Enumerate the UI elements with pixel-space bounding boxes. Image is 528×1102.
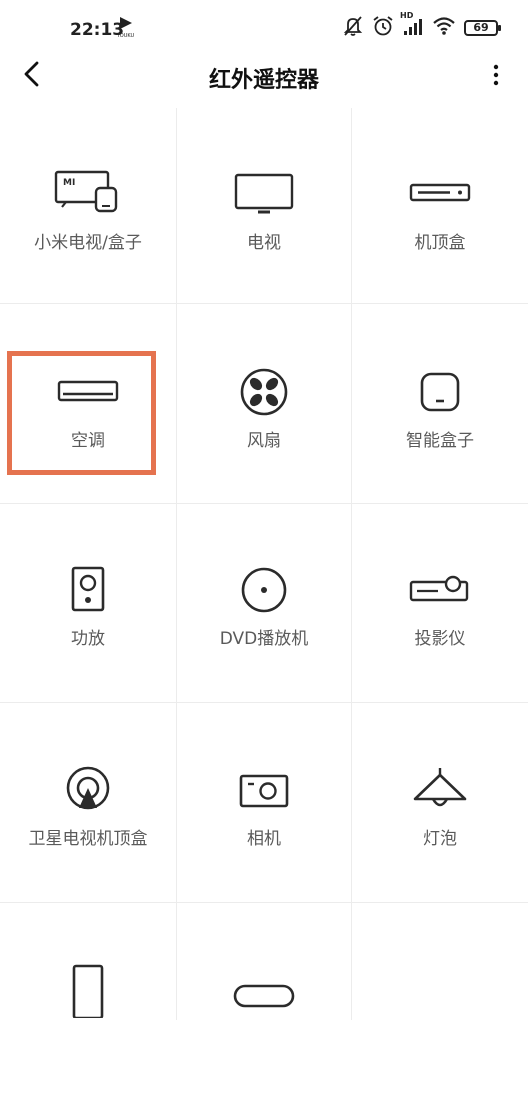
alarm-icon [372,15,394,41]
svg-text:YOUKU: YOUKU [117,33,135,39]
projector-icon [352,562,528,618]
air-purifier-icon [0,962,176,1018]
lamp-icon [352,762,528,818]
nav-bar: 红外遥控器 [0,48,528,106]
device-label: 风扇 [247,431,281,451]
device-label: 机顶盒 [414,233,466,253]
device-mi-tv-box[interactable]: MI 小米电视/盒子 [0,108,176,306]
fan-icon [176,364,352,420]
device-label: 智能盒子 [406,431,474,451]
device-label: DVD播放机 [219,629,309,649]
svg-text:MI: MI [63,178,75,188]
status-bar: 22:13 YOUKU HD 69 [0,0,528,48]
device-label: 电视 [247,233,281,253]
page-title: 红外遥控器 [208,68,319,93]
device-air-purifier[interactable] [0,904,176,1102]
youku-icon: YOUKU [116,15,137,39]
sound-bar-icon [176,962,352,1018]
device-label: 投影仪 [414,629,466,649]
device-projector[interactable]: 投影仪 [352,504,528,702]
device-label: 空调 [71,431,105,451]
status-icons: HD 69 [342,11,501,41]
air-conditioner-icon [0,364,176,420]
more-vertical-icon [493,64,499,90]
grid-divider [0,902,528,903]
device-dvd-player[interactable]: DVD播放机 [176,504,352,702]
device-label: 灯泡 [423,829,457,849]
mute-icon [342,15,364,41]
dvd-player-icon [176,562,352,618]
device-fan[interactable]: 风扇 [176,306,352,504]
set-top-box-icon [352,166,528,222]
mi-tv-box-icon: MI [0,166,176,222]
battery-icon: 69 [464,20,501,36]
satellite-receiver-icon [0,762,176,818]
device-set-top-box[interactable]: 机顶盒 [352,108,528,306]
device-tv[interactable]: 电视 [176,108,352,306]
device-lamp[interactable]: 灯泡 [352,704,528,902]
device-air-conditioner[interactable]: 空调 [0,306,176,504]
network-type-label: HD [400,11,414,20]
device-amplifier[interactable]: 功放 [0,504,176,702]
amplifier-icon [0,562,176,618]
device-label: 相机 [247,829,281,849]
tv-icon [176,166,352,222]
device-smart-box[interactable]: 智能盒子 [352,306,528,504]
more-options-button[interactable] [484,60,508,94]
signal-icon: HD [400,11,424,41]
wifi-icon [432,15,456,41]
camera-icon [176,762,352,818]
device-label: 功放 [71,629,105,649]
device-camera[interactable]: 相机 [176,704,352,902]
device-sound-bar[interactable] [176,904,352,1102]
device-label: 小米电视/盒子 [34,233,142,253]
smart-box-icon [352,364,528,420]
device-satellite-receiver[interactable]: 卫星电视机顶盒 [0,704,176,902]
status-time: 22:13 [70,20,125,40]
grid-divider [0,702,528,703]
device-label: 卫星电视机顶盒 [28,829,148,849]
